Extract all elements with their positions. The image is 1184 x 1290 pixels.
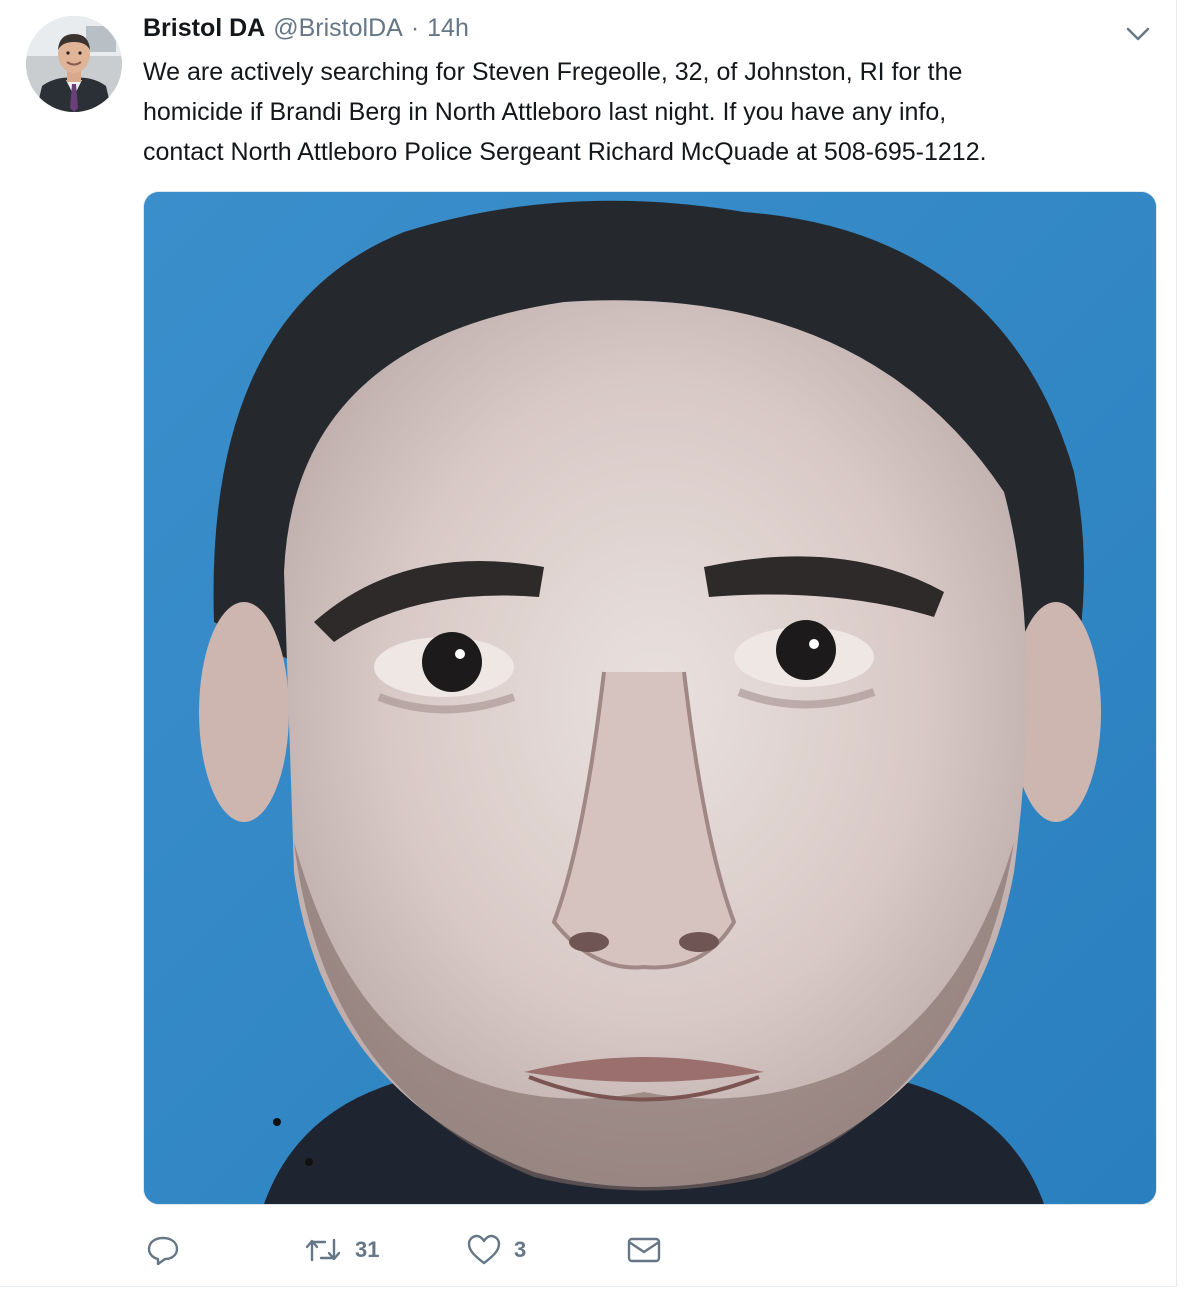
tweet-text-line: homicide if Brandi Berg in North Attlebo… <box>143 98 947 126</box>
retweet-button[interactable]: 31 <box>303 1228 379 1272</box>
direct-message-button[interactable] <box>625 1228 663 1272</box>
tweet-text-line: We are actively searching for Steven Fre… <box>143 58 963 86</box>
tweet-text-line: contact North Attleboro Police Sergeant … <box>143 138 987 166</box>
like-count: 3 <box>514 1237 527 1262</box>
tweet-card: Bristol DA @BristolDA · 14h We are activ… <box>0 0 1177 1287</box>
envelope-icon <box>627 1237 661 1263</box>
avatar-photo <box>26 16 122 112</box>
retweet-count: 31 <box>355 1237 380 1262</box>
tweet-actions: 31 3 <box>143 1228 743 1272</box>
retweet-icon <box>305 1238 341 1262</box>
display-name[interactable]: Bristol DA <box>143 14 265 43</box>
suspect-photo <box>144 192 1156 1204</box>
like-button[interactable]: 3 <box>466 1228 526 1272</box>
avatar[interactable] <box>26 16 122 112</box>
tweet-text: We are actively searching for Steven Fre… <box>143 52 1153 172</box>
tweet-timestamp[interactable]: 14h <box>427 14 469 43</box>
user-handle[interactable]: @BristolDA <box>273 14 403 43</box>
tweet-header: Bristol DA @BristolDA · 14h <box>143 14 469 46</box>
more-options-button[interactable] <box>1124 22 1152 46</box>
reply-icon <box>147 1236 179 1266</box>
chevron-down-icon <box>1126 27 1150 41</box>
tweet-media-photo[interactable] <box>143 191 1157 1205</box>
header-separator: · <box>410 14 420 42</box>
heart-icon <box>467 1234 501 1265</box>
reply-button[interactable] <box>145 1228 181 1272</box>
